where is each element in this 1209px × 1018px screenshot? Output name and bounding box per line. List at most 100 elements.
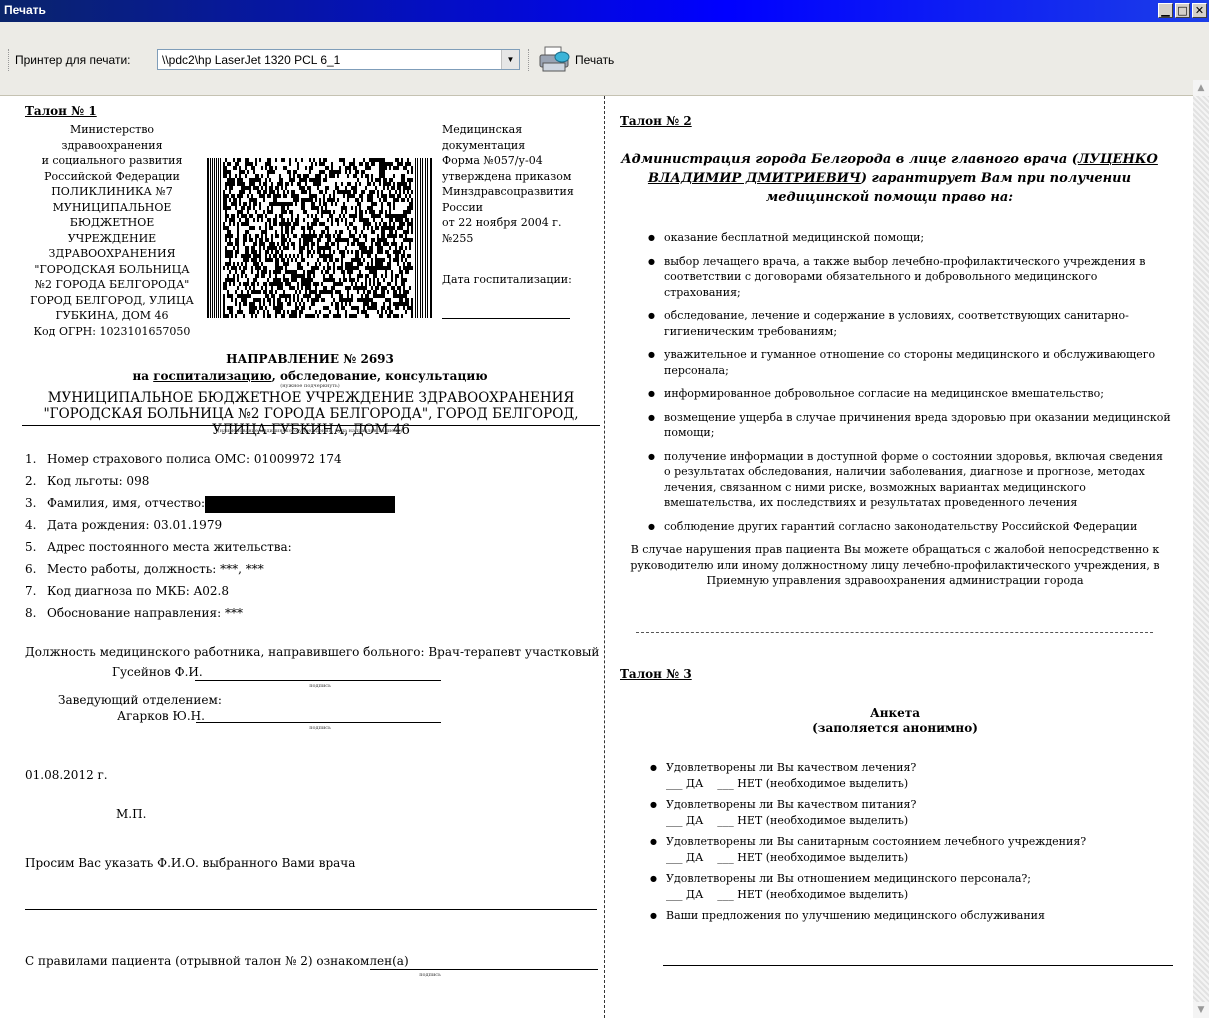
choose-doctor-line: [25, 909, 597, 910]
signature-note: подпись: [309, 725, 331, 731]
item-num: 7.: [25, 584, 37, 598]
org-line: №2 ГОРОДА БЕЛГОРОДА": [34, 278, 190, 291]
direction-sub-underlined: госпитализацию: [153, 369, 272, 383]
printer-select[interactable]: \\pdc2\hp LaserJet 1320 PCL 6_1 ▼: [157, 49, 520, 70]
org-line: Министерство: [69, 123, 155, 136]
head-name: Агарков Ю.Н.: [117, 709, 205, 723]
direction-subtitle: на госпитализацию, обследование, консуль…: [100, 369, 520, 384]
list-item: 3. Фамилия, имя, отчество:: [25, 496, 585, 518]
org-line: Код ОГРН: 1023101657050: [33, 324, 191, 338]
item-num: 1.: [25, 452, 37, 466]
org-line: ПОЛИКЛИНИКА №7: [51, 185, 173, 198]
position-text: Должность медицинского работника, направ…: [25, 645, 600, 659]
stamp-text: М.П.: [116, 807, 147, 821]
list-item: 7. Код диагноза по МКБ: A02.8: [25, 584, 585, 606]
item-text: Фамилия, имя, отчество:: [47, 496, 206, 510]
talon1-items: 1. Номер страхового полиса ОМС: 01009972 …: [25, 452, 585, 628]
meddoc-line: России: [442, 200, 484, 214]
list-item: 1. Номер страхового полиса ОМС: 01009972 …: [25, 452, 585, 474]
question-text: Удовлетворены ли Вы качеством питания?: [666, 798, 917, 811]
meddoc-line: Медицинская: [442, 123, 523, 136]
org-line: БЮДЖЕТНОЕ: [69, 216, 155, 229]
meddoc-line: от 22 ноября 2004 г.: [442, 216, 562, 229]
direction-sub-post: , обследование, консультацию: [271, 369, 488, 383]
maximize-icon[interactable]: □: [1175, 3, 1190, 18]
org-line: "ГОРОДСКАЯ БОЛЬНИЦА: [34, 262, 190, 276]
org-line: Российской Федерации: [44, 169, 180, 183]
print-preview: Талон № 1 Министерство здравоохранения и…: [0, 96, 1193, 1018]
meddoc-line: №255: [442, 231, 474, 245]
list-item: 2. Код льготы: 098: [25, 474, 585, 496]
scroll-up-icon[interactable]: ▲: [1193, 80, 1209, 96]
head-signature-line: [196, 722, 441, 723]
minimize-icon[interactable]: ▁: [1158, 3, 1173, 18]
survey-title: Анкета: [869, 706, 921, 720]
talon1-heading: Талон № 1: [25, 104, 97, 118]
close-icon[interactable]: ✕: [1192, 3, 1207, 18]
question-text: Удовлетворены ли Вы качеством лечения?: [666, 761, 917, 774]
list-item: возмещение ущерба в случае причинения вр…: [648, 410, 1173, 441]
talon2-intro: Администрация города Белгорода в лице гл…: [612, 150, 1167, 207]
org-line: и социального развития: [41, 154, 183, 167]
list-item: информированное добровольное согласие на…: [648, 386, 1173, 402]
survey-question: Удовлетворены ли Вы качеством питания? __…: [650, 797, 1170, 828]
question-text: Удовлетворены ли Вы отношением медицинск…: [666, 872, 1031, 885]
signature-note: подпись: [419, 972, 441, 978]
toolbar-grip[interactable]: [8, 49, 12, 71]
rights-list: оказание бесплатной медицинской помощи; …: [648, 230, 1173, 542]
chevron-down-icon[interactable]: ▼: [501, 50, 519, 69]
scroll-down-icon[interactable]: ▼: [1193, 1002, 1209, 1018]
item-text: Код диагноза по МКБ: A02.8: [47, 584, 229, 598]
survey-question: Удовлетворены ли Вы качеством лечения? __…: [650, 760, 1170, 791]
question-text: Удовлетворены ли Вы санитарным состояние…: [666, 835, 1087, 848]
intro-pre: Администрация города Белгорода в лице гл…: [621, 152, 1078, 167]
tear-line-vertical: [604, 96, 605, 1018]
item-text: Адрес постоянного места жительства:: [47, 540, 292, 554]
rules-ack-line: [370, 969, 598, 970]
barcode-image: [207, 158, 432, 318]
talon1-org-block: Министерство здравоохранения и социально…: [22, 122, 202, 339]
printer-icon: [537, 45, 573, 75]
list-item: обследование, лечение и содержание в усл…: [648, 308, 1173, 339]
item-num: 2.: [25, 474, 37, 488]
list-item: 4. Дата рождения: 03.01.1979: [25, 518, 585, 540]
hosp-date-line: [442, 318, 570, 319]
item-num: 3.: [25, 496, 37, 510]
item-num: 5.: [25, 540, 37, 554]
print-button-label: Печать: [575, 53, 615, 67]
item-text: Дата рождения: 03.01.1979: [47, 518, 223, 532]
signature-note: подпись: [309, 683, 331, 689]
vertical-scrollbar[interactable]: ▲ ▼: [1193, 80, 1209, 1018]
list-item: 5. Адрес постоянного места жительства:: [25, 540, 585, 562]
meddoc-line: утверждена приказом: [442, 169, 572, 183]
item-text: Код льготы: 098: [47, 474, 150, 488]
org-line: МУНИЦИПАЛЬНОЕ: [52, 200, 172, 214]
window-controls: ▁ □ ✕: [1158, 3, 1207, 18]
complaint-text: В случае нарушения прав пациента Вы може…: [630, 543, 1160, 587]
list-item: выбор лечащего врача, а также выбор лече…: [648, 254, 1173, 301]
answer-options[interactable]: ___ ДА ___ НЕТ (необходимое выделить): [666, 776, 1170, 792]
hosp-date-label: Дата госпитализации:: [442, 273, 572, 286]
item-num: 6.: [25, 562, 37, 576]
org-line: ЗДРАВООХРАНЕНИЯ: [48, 247, 176, 260]
item-num: 4.: [25, 518, 37, 532]
answer-options[interactable]: ___ ДА ___ НЕТ (необходимое выделить): [666, 813, 1170, 829]
answer-options[interactable]: ___ ДА ___ НЕТ (необходимое выделить): [666, 850, 1170, 866]
talon1-meddoc-block: Медицинская документация Форма №057/у-04…: [442, 122, 592, 246]
toolbar-separator: [528, 49, 530, 71]
print-button[interactable]: Печать: [537, 44, 614, 76]
talon2-heading: Талон № 2: [620, 114, 692, 128]
institution-line: [22, 425, 600, 426]
survey-question: Ваши предложения по улучшению медицинско…: [650, 908, 1170, 924]
tear-line-horizontal: [636, 632, 1153, 633]
underline-note: (нужное подчеркнуть): [280, 383, 340, 389]
meddoc-line: документация: [442, 138, 526, 152]
suggestions-line: [663, 965, 1173, 966]
answer-options[interactable]: ___ ДА ___ НЕТ (необходимое выделить): [666, 887, 1170, 903]
choose-doctor-text: Просим Вас указать Ф.И.О. выбранного Вам…: [25, 856, 356, 870]
org-line: ГОРОД БЕЛГОРОД, УЛИЦА: [30, 293, 194, 307]
title-bar: Печать ▁ □ ✕: [0, 0, 1209, 22]
printer-select-value: \\pdc2\hp LaserJet 1320 PCL 6_1: [162, 53, 341, 67]
survey-questions: Удовлетворены ли Вы качеством лечения? __…: [650, 760, 1170, 930]
survey-question: Удовлетворены ли Вы отношением медицинск…: [650, 871, 1170, 902]
